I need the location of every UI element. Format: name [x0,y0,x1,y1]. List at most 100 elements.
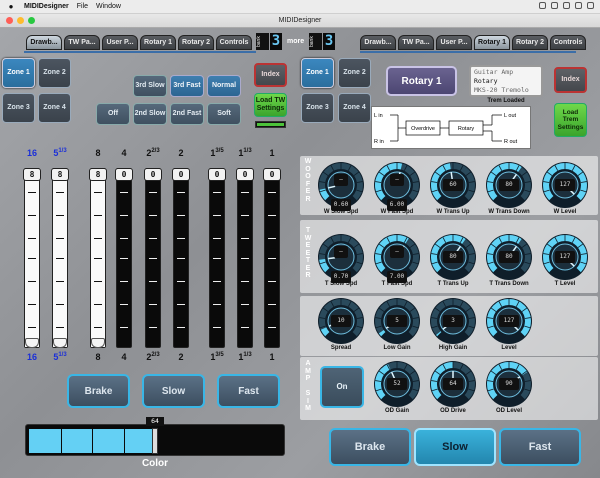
drawbar-handle[interactable] [25,338,39,348]
drawbar-track[interactable] [145,168,161,348]
close-window-button[interactable] [6,17,13,24]
status-icon[interactable] [539,2,546,9]
zone-2-left[interactable]: Zone 2 [38,58,71,88]
right-tab-5[interactable]: Controls [550,35,586,50]
perc-3rd-fast[interactable]: 3rd Fast [170,75,204,97]
drawbar-2[interactable]: 8 8 8 [86,146,110,371]
drawbar-8[interactable]: 1 0 1 [260,146,284,371]
bank-number-left[interactable]: 3 [270,33,282,50]
right-tab-2[interactable]: User P... [436,35,472,50]
drawbar-value-tab[interactable]: 0 [115,168,133,181]
knob-spread[interactable]: 10 [318,298,364,344]
zone-1-right[interactable]: Zone 1 [301,58,334,88]
perc-normal[interactable]: Normal [207,75,241,97]
right-brake-button[interactable]: Brake [329,428,411,466]
menu-app-name[interactable]: MIDIDesigner [24,3,69,10]
left-tab-1[interactable]: TW Pa... [64,35,100,50]
status-icon[interactable] [563,2,570,9]
zone-2-right[interactable]: Zone 2 [338,58,371,88]
zone-4-right[interactable]: Zone 4 [338,93,371,123]
perc-off[interactable]: Off [96,103,130,125]
zone-3-left[interactable]: Zone 3 [2,93,35,123]
color-slider[interactable]: 64 [25,417,285,457]
knob-high-gain[interactable]: 3 [430,298,476,344]
drawbar-value-tab[interactable]: 0 [144,168,162,181]
perc-3rd-slow[interactable]: 3rd Slow [133,75,167,97]
status-icon[interactable] [575,2,582,9]
knob-level[interactable]: 127 [486,298,532,344]
right-fast-button[interactable]: Fast [499,428,581,466]
load-trem-settings-button[interactable]: Load Trem Settings [554,103,587,137]
drawbar-track[interactable] [116,168,132,348]
drawbar-1[interactable]: 51/3 8 51/3 [48,146,72,371]
left-slow-button[interactable]: Slow [142,374,205,408]
index-button-left[interactable]: Index [254,63,287,87]
zone-1-left[interactable]: Zone 1 [2,58,35,88]
drawbar-6[interactable]: 13/5 0 13/5 [205,146,229,371]
color-slider-thumb[interactable]: 64 [146,417,164,457]
knob-t-slow-spd[interactable]: —0.70 [318,234,364,283]
knob-low-gain[interactable]: 5 [374,298,420,344]
perc-2nd-fast[interactable]: 2nd Fast [170,103,204,125]
knob-od-level[interactable]: 90 [486,361,532,407]
drawbar-track[interactable] [264,168,280,348]
knob-w-trans-up[interactable]: 60 [430,162,476,208]
knob-t-trans-down[interactable]: 80 [486,234,532,280]
drawbar-value-tab[interactable]: 0 [236,168,254,181]
knob-t-level[interactable]: 127 [542,234,588,280]
left-tab-4[interactable]: Rotary 2 [178,35,214,50]
right-tab-3[interactable]: Rotary 1 [474,35,510,50]
drawbar-value-tab[interactable]: 8 [89,168,107,181]
right-tab-4[interactable]: Rotary 2 [512,35,548,50]
drawbar-value-tab[interactable]: 0 [172,168,190,181]
drawbar-track[interactable] [209,168,225,348]
zone-3-right[interactable]: Zone 3 [301,93,334,123]
right-tab-1[interactable]: TW Pa... [398,35,434,50]
drawbar-value-tab[interactable]: 0 [208,168,226,181]
drawbar-5[interactable]: 2 0 2 [169,146,193,371]
knob-w-slow-spd[interactable]: —0.60 [318,162,364,211]
drawbar-7[interactable]: 11/3 0 11/3 [233,146,257,371]
drawbar-handle[interactable] [53,338,67,348]
bank-more-button[interactable]: more [287,38,304,45]
zoom-window-button[interactable] [28,17,35,24]
minimize-window-button[interactable] [17,17,24,24]
knob-w-fast-spd[interactable]: —6.00 [374,162,420,211]
drawbar-track[interactable] [52,168,68,348]
menu-file[interactable]: File [77,3,88,10]
left-tab-2[interactable]: User P... [102,35,138,50]
drawbar-track[interactable] [90,168,106,348]
drawbar-value-tab[interactable]: 0 [263,168,281,181]
zone-4-left[interactable]: Zone 4 [38,93,71,123]
left-tab-5[interactable]: Controls [216,35,252,50]
drawbar-track[interactable] [24,168,40,348]
left-fast-button[interactable]: Fast [217,374,280,408]
load-tw-settings-button[interactable]: Load TW Settings [254,93,287,117]
drawbar-value-tab[interactable]: 8 [23,168,41,181]
rotary-1-button[interactable]: Rotary 1 [386,66,457,96]
drawbar-value-tab[interactable]: 8 [51,168,69,181]
knob-t-trans-up[interactable]: 80 [430,234,476,280]
menu-window[interactable]: Window [96,3,121,10]
knob-w-level[interactable]: 127 [542,162,588,208]
knob-t-fast-spd[interactable]: —7.00 [374,234,420,283]
knob-w-trans-down[interactable]: 80 [486,162,532,208]
right-tab-0[interactable]: Drawb... [360,35,396,50]
drawbar-track[interactable] [173,168,189,348]
status-icon[interactable] [587,2,594,9]
left-tab-0[interactable]: Drawb... [26,35,62,50]
status-icon[interactable] [551,2,558,9]
drawbar-3[interactable]: 4 0 4 [112,146,136,371]
drawbar-4[interactable]: 22/3 0 22/3 [141,146,165,371]
knob-od-gain[interactable]: 52 [374,361,420,407]
index-button-right[interactable]: Index [554,67,587,93]
amp-on-button[interactable]: On [320,366,364,408]
left-brake-button[interactable]: Brake [67,374,130,408]
apple-icon[interactable]: ● [6,2,16,11]
drawbar-handle[interactable] [91,338,105,348]
right-slow-button[interactable]: Slow [414,428,496,466]
knob-od-drive[interactable]: 64 [430,361,476,407]
bank-number-right[interactable]: 3 [323,33,336,50]
left-tab-3[interactable]: Rotary 1 [140,35,176,50]
perc-soft[interactable]: Soft [207,103,241,125]
